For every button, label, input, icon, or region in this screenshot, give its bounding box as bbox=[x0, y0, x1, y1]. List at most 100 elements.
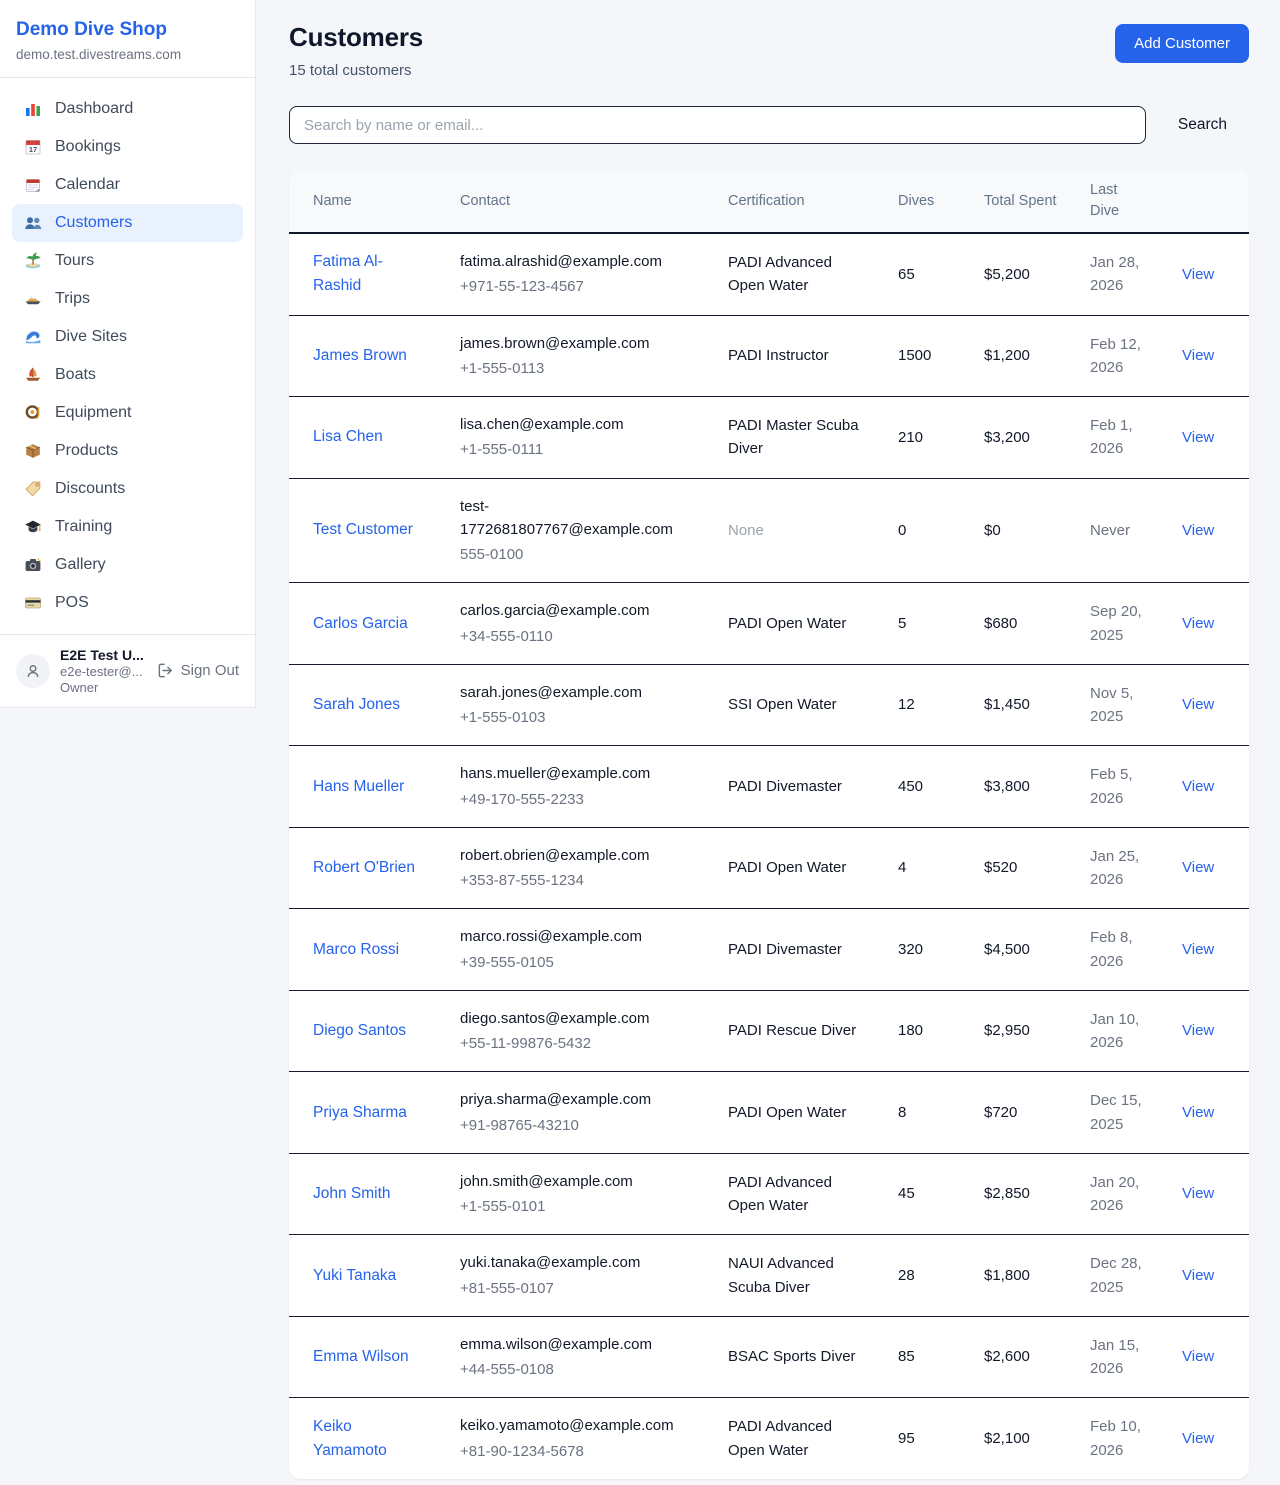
customer-phone: +1-555-0101 bbox=[460, 1195, 696, 1218]
customer-last-dive: Jan 28, 2026 bbox=[1074, 233, 1166, 315]
column-header-name: Name bbox=[289, 170, 444, 233]
view-customer-link[interactable]: View bbox=[1182, 615, 1214, 632]
customer-name-link[interactable]: Lisa Chen bbox=[313, 428, 383, 445]
brand-domain: demo.test.divestreams.com bbox=[16, 47, 239, 62]
customer-last-dive: Feb 8, 2026 bbox=[1074, 909, 1166, 991]
view-customer-link[interactable]: View bbox=[1182, 347, 1214, 364]
customer-dives: 8 bbox=[882, 1072, 968, 1154]
table-row: Test Customer test-1772681807767@example… bbox=[289, 478, 1249, 583]
customer-last-dive: Feb 10, 2026 bbox=[1074, 1398, 1166, 1479]
sidebar-item-dashboard[interactable]: Dashboard bbox=[12, 90, 243, 128]
view-customer-link[interactable]: View bbox=[1182, 1267, 1214, 1284]
customer-name-link[interactable]: Yuki Tanaka bbox=[313, 1267, 396, 1284]
column-header-dives: Dives bbox=[882, 170, 968, 233]
column-header-certification: Certification bbox=[712, 170, 882, 233]
view-customer-link[interactable]: View bbox=[1182, 941, 1214, 958]
sidebar-item-gallery[interactable]: Gallery bbox=[12, 546, 243, 584]
customer-dives: 320 bbox=[882, 909, 968, 991]
customer-name-link[interactable]: Fatima Al-Rashid bbox=[313, 253, 383, 294]
customer-name-link[interactable]: James Brown bbox=[313, 347, 407, 364]
customer-phone: +81-555-0107 bbox=[460, 1277, 696, 1300]
customer-dives: 1500 bbox=[882, 315, 968, 397]
sidebar-item-trips[interactable]: Trips bbox=[12, 280, 243, 318]
view-customer-link[interactable]: View bbox=[1182, 266, 1214, 283]
view-customer-link[interactable]: View bbox=[1182, 429, 1214, 446]
customer-name-link[interactable]: Test Customer bbox=[313, 521, 413, 538]
sidebar-item-label: Training bbox=[55, 518, 112, 536]
customer-name-link[interactable]: Robert O'Brien bbox=[313, 859, 415, 876]
sidebar-item-products[interactable]: Products bbox=[12, 432, 243, 470]
customer-phone: +1-555-0103 bbox=[460, 706, 696, 729]
customer-dives: 45 bbox=[882, 1153, 968, 1235]
customer-dives: 210 bbox=[882, 397, 968, 479]
view-customer-link[interactable]: View bbox=[1182, 1348, 1214, 1365]
customer-name-link[interactable]: Keiko Yamamoto bbox=[313, 1418, 387, 1459]
sign-out-label: Sign Out bbox=[181, 662, 239, 679]
customer-dives: 180 bbox=[882, 990, 968, 1072]
discounts-icon bbox=[24, 480, 42, 498]
view-customer-link[interactable]: View bbox=[1182, 1185, 1214, 1202]
customer-name-link[interactable]: Priya Sharma bbox=[313, 1104, 407, 1121]
sidebar-item-equipment[interactable]: Equipment bbox=[12, 394, 243, 432]
sidebar-item-bookings[interactable]: 17 Bookings bbox=[12, 128, 243, 166]
customer-email: john.smith@example.com bbox=[460, 1170, 696, 1193]
view-customer-link[interactable]: View bbox=[1182, 1022, 1214, 1039]
sidebar-item-label: Products bbox=[55, 442, 118, 460]
customer-dives: 450 bbox=[882, 746, 968, 828]
customer-name-link[interactable]: Diego Santos bbox=[313, 1022, 406, 1039]
table-row: Sarah Jones sarah.jones@example.com +1-5… bbox=[289, 664, 1249, 746]
customer-phone: +34-555-0110 bbox=[460, 625, 696, 648]
customer-name-link[interactable]: John Smith bbox=[313, 1185, 391, 1202]
training-icon bbox=[24, 518, 42, 536]
sidebar-item-boats[interactable]: Boats bbox=[12, 356, 243, 394]
table-row: Hans Mueller hans.mueller@example.com +4… bbox=[289, 746, 1249, 828]
sidebar: Demo Dive Shop demo.test.divestreams.com… bbox=[0, 0, 256, 708]
sign-out-button[interactable]: Sign Out bbox=[157, 662, 239, 679]
sidebar-item-tours[interactable]: Tours bbox=[12, 242, 243, 280]
view-customer-link[interactable]: View bbox=[1182, 1104, 1214, 1121]
table-row: Marco Rossi marco.rossi@example.com +39-… bbox=[289, 909, 1249, 991]
customer-total-spent: $5,200 bbox=[968, 233, 1074, 315]
search-input[interactable] bbox=[289, 106, 1146, 144]
customer-certification: PADI Divemaster bbox=[712, 746, 882, 828]
view-customer-link[interactable]: View bbox=[1182, 522, 1214, 539]
sidebar-item-discounts[interactable]: Discounts bbox=[12, 470, 243, 508]
customer-last-dive: Feb 12, 2026 bbox=[1074, 315, 1166, 397]
table-row: Carlos Garcia carlos.garcia@example.com … bbox=[289, 583, 1249, 665]
customer-phone: +39-555-0105 bbox=[460, 951, 696, 974]
customer-certification: PADI Open Water bbox=[712, 1072, 882, 1154]
customer-name-link[interactable]: Carlos Garcia bbox=[313, 615, 408, 632]
sidebar-item-customers[interactable]: Customers bbox=[12, 204, 243, 242]
search-button[interactable]: Search bbox=[1172, 115, 1233, 135]
view-customer-link[interactable]: View bbox=[1182, 1430, 1214, 1447]
view-customer-link[interactable]: View bbox=[1182, 696, 1214, 713]
customer-certification: PADI Rescue Diver bbox=[712, 990, 882, 1072]
sidebar-item-training[interactable]: Training bbox=[12, 508, 243, 546]
sidebar-item-label: Equipment bbox=[55, 404, 132, 422]
add-customer-button[interactable]: Add Customer bbox=[1115, 24, 1249, 63]
table-row: John Smith john.smith@example.com +1-555… bbox=[289, 1153, 1249, 1235]
customer-dives: 65 bbox=[882, 233, 968, 315]
view-customer-link[interactable]: View bbox=[1182, 778, 1214, 795]
table-header-row: NameContactCertificationDivesTotal Spent… bbox=[289, 170, 1249, 233]
sidebar-item-calendar[interactable]: Calendar bbox=[12, 166, 243, 204]
customer-certification: PADI Master Scuba Diver bbox=[712, 397, 882, 479]
customer-name-link[interactable]: Hans Mueller bbox=[313, 778, 404, 795]
view-customer-link[interactable]: View bbox=[1182, 859, 1214, 876]
sidebar-item-dive-sites[interactable]: Dive Sites bbox=[12, 318, 243, 356]
customer-email: robert.obrien@example.com bbox=[460, 844, 696, 867]
user-name: E2E Test U... bbox=[60, 647, 147, 663]
table-row: Priya Sharma priya.sharma@example.com +9… bbox=[289, 1072, 1249, 1154]
sidebar-nav: Dashboard 17 Bookings Calendar Customers… bbox=[0, 78, 255, 634]
table-row: Keiko Yamamoto keiko.yamamoto@example.co… bbox=[289, 1398, 1249, 1479]
sidebar-item-pos[interactable]: POS bbox=[12, 584, 243, 622]
customer-certification: SSI Open Water bbox=[712, 664, 882, 746]
tours-icon bbox=[24, 252, 42, 270]
customer-name-link[interactable]: Sarah Jones bbox=[313, 696, 400, 713]
customer-name-link[interactable]: Emma Wilson bbox=[313, 1348, 409, 1365]
user-section: E2E Test U... e2e-tester@... Owner Sign … bbox=[0, 634, 255, 707]
calendar-icon bbox=[24, 176, 42, 194]
customer-dives: 4 bbox=[882, 827, 968, 909]
customer-phone: +44-555-0108 bbox=[460, 1358, 696, 1381]
customer-name-link[interactable]: Marco Rossi bbox=[313, 941, 399, 958]
